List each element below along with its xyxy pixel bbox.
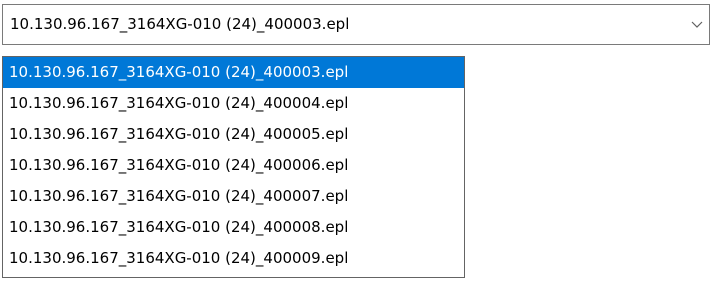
combobox-value: 10.130.96.167_3164XG-010 (24)_400003.epl xyxy=(10,15,350,33)
list-item[interactable]: 10.130.96.167_3164XG-010 (24)_400009.epl xyxy=(3,243,464,274)
dropdown-list[interactable]: 10.130.96.167_3164XG-010 (24)_400003.epl… xyxy=(2,56,465,278)
list-item[interactable]: 10.130.96.167_3164XG-010 (24)_400005.epl xyxy=(3,119,464,150)
list-item[interactable]: 10.130.96.167_3164XG-010 (24)_400008.epl xyxy=(3,212,464,243)
list-item[interactable]: 10.130.96.167_3164XG-010 (24)_400007.epl xyxy=(3,181,464,212)
dropdown-arrow-button[interactable] xyxy=(685,5,709,44)
list-item[interactable]: 10.130.96.167_3164XG-010 (24)_400004.epl xyxy=(3,88,464,119)
chevron-down-icon xyxy=(691,21,703,28)
file-combobox[interactable]: 10.130.96.167_3164XG-010 (24)_400003.epl xyxy=(2,4,710,45)
list-item[interactable]: 10.130.96.167_3164XG-010 (24)_400006.epl xyxy=(3,150,464,181)
list-item[interactable]: 10.130.96.167_3164XG-010 (24)_400003.epl xyxy=(3,57,464,88)
